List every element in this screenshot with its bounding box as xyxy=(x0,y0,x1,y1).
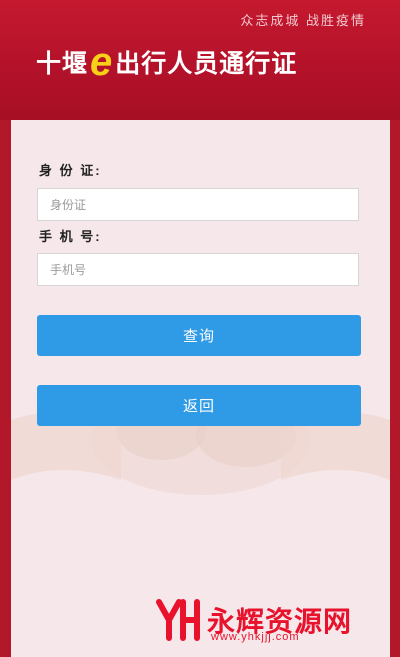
site-watermark: 永辉资源网 www.yhkjjj.com xyxy=(155,596,385,646)
slogan-text: 众志成城 战胜疫情 xyxy=(240,13,366,28)
back-button[interactable]: 返回 xyxy=(37,385,361,426)
watermark-url: www.yhkjjj.com xyxy=(211,631,300,643)
page-title: 十堰 e 出行人员通行证 xyxy=(36,40,298,84)
id-card-input[interactable] xyxy=(37,188,359,221)
phone-label: 手 机 号: xyxy=(39,229,102,244)
form-panel: 身 份 证: 手 机 号: 查询 返回 xyxy=(11,120,390,657)
query-button[interactable]: 查询 xyxy=(37,315,361,356)
id-card-label: 身 份 证: xyxy=(39,163,102,178)
title-prefix: 十堰 xyxy=(36,49,89,78)
yh-logo-icon xyxy=(156,599,200,641)
phone-input[interactable] xyxy=(37,253,359,286)
header-banner: 众志成城 战胜疫情 十堰 e 出行人员通行证 xyxy=(0,0,400,120)
title-suffix: 出行人员通行证 xyxy=(115,49,298,78)
e-logo-letter: e xyxy=(90,40,114,84)
